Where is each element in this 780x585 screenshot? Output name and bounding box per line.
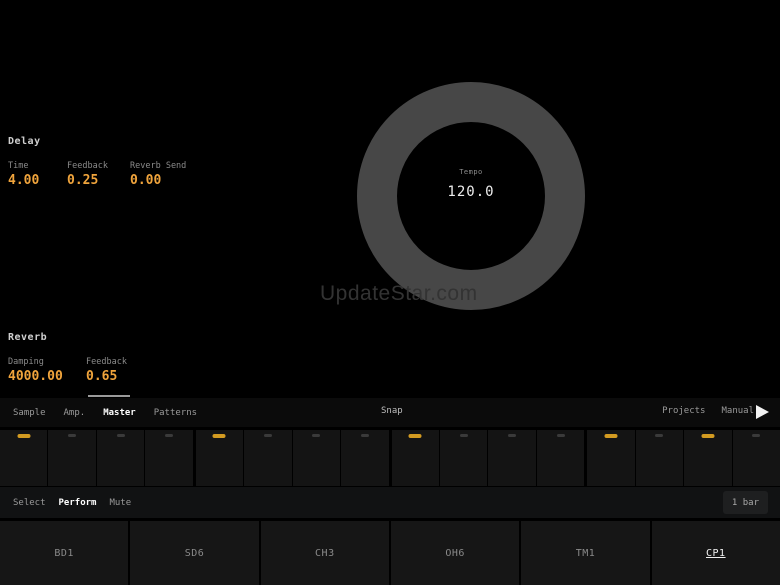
- step-3[interactable]: [96, 430, 145, 486]
- tab-sample[interactable]: Sample: [13, 408, 46, 418]
- step-indicator: [360, 434, 369, 437]
- delay-section-title: Delay: [8, 136, 41, 147]
- pad-label: CH3: [315, 547, 335, 559]
- step-indicator: [459, 434, 468, 437]
- step-indicator: [701, 434, 715, 438]
- mode-mute[interactable]: Mute: [109, 498, 131, 508]
- delay-reverb-send-label: Reverb Send: [130, 161, 187, 171]
- app-window: Delay Time 4.00 Feedback 0.25 Reverb Sen…: [0, 0, 780, 585]
- step-indicator: [165, 434, 174, 437]
- tab-master[interactable]: Master: [103, 408, 136, 418]
- pad-label: SD6: [184, 547, 205, 559]
- tab-snap[interactable]: Snap: [381, 406, 403, 416]
- reverb-feedback-label: Feedback: [86, 357, 127, 367]
- step-9[interactable]: [391, 430, 439, 486]
- step-indicator: [604, 434, 618, 438]
- bar-length-button[interactable]: 1 bar: [722, 491, 768, 514]
- tempo-label: Tempo: [459, 168, 483, 176]
- step-indicator: [212, 434, 226, 438]
- step-group-1: [0, 430, 193, 486]
- pad-cp1[interactable]: CP1: [651, 521, 780, 585]
- delay-feedback-param[interactable]: Feedback 0.25: [67, 161, 116, 188]
- step-16[interactable]: [732, 430, 780, 486]
- step-13[interactable]: [587, 430, 635, 486]
- pad-label: OH6: [445, 547, 465, 559]
- reverb-feedback-param[interactable]: Feedback 0.65: [86, 357, 135, 384]
- step-5[interactable]: [195, 430, 244, 486]
- delay-reverb-send-param[interactable]: Reverb Send 0.00: [130, 161, 194, 188]
- reverb-section: Reverb Damping 4000.00 Feedback 0.65: [8, 332, 149, 384]
- mode-perform[interactable]: Perform: [59, 498, 97, 508]
- step-8[interactable]: [341, 430, 389, 486]
- pad-bd1[interactable]: BD1: [0, 521, 129, 585]
- play-icon[interactable]: [756, 405, 769, 419]
- step-indicator: [263, 434, 272, 437]
- step-group-2: [195, 430, 389, 486]
- tempo-value: 120.0: [447, 184, 495, 200]
- watermark-text: UpdateStar.com: [320, 282, 478, 305]
- step-2[interactable]: [48, 430, 96, 486]
- pad-tm1[interactable]: TM1: [521, 521, 650, 585]
- step-sequencer: [0, 430, 780, 486]
- step-4[interactable]: [145, 430, 193, 486]
- reverb-damping-label: Damping: [8, 357, 44, 367]
- pad-ch3[interactable]: CH3: [260, 521, 389, 585]
- delay-time-label: Time: [8, 161, 29, 171]
- step-indicator: [655, 434, 664, 437]
- reverb-section-title: Reverb: [8, 332, 48, 343]
- step-group-4: [587, 430, 780, 486]
- step-12[interactable]: [536, 430, 585, 486]
- delay-section: Delay Time 4.00 Feedback 0.25 Reverb Sen…: [8, 136, 208, 188]
- step-group-3: [391, 430, 585, 486]
- pad-sd6[interactable]: SD6: [130, 521, 259, 585]
- step-14[interactable]: [635, 430, 684, 486]
- delay-time-param[interactable]: Time 4.00: [8, 161, 53, 188]
- active-tab-indicator: [88, 395, 130, 397]
- step-15[interactable]: [684, 430, 732, 486]
- tab-patterns[interactable]: Patterns: [154, 408, 197, 418]
- step-indicator: [408, 434, 422, 438]
- step-indicator: [556, 434, 565, 437]
- reverb-feedback-value[interactable]: 0.65: [86, 369, 135, 384]
- delay-reverb-send-value[interactable]: 0.00: [130, 173, 194, 188]
- step-indicator: [68, 434, 77, 437]
- delay-time-value[interactable]: 4.00: [8, 173, 53, 188]
- step-indicator: [17, 434, 31, 438]
- reverb-damping-param[interactable]: Damping 4000.00: [8, 357, 72, 384]
- step-7[interactable]: [292, 430, 341, 486]
- step-1[interactable]: [0, 430, 48, 486]
- pads-row: BD1 SD6 CH3 OH6 TM1 CP1: [0, 521, 780, 585]
- reverb-damping-value[interactable]: 4000.00: [8, 369, 72, 384]
- tab-projects[interactable]: Projects: [662, 406, 705, 416]
- step-indicator: [752, 434, 761, 437]
- delay-feedback-value[interactable]: 0.25: [67, 173, 116, 188]
- tab-amp[interactable]: Amp.: [64, 408, 86, 418]
- step-10[interactable]: [439, 430, 488, 486]
- delay-feedback-label: Feedback: [67, 161, 108, 171]
- mode-select[interactable]: Select: [13, 498, 46, 508]
- pad-oh6[interactable]: OH6: [390, 521, 520, 585]
- tab-manual[interactable]: Manual: [721, 406, 754, 416]
- mode-bar: Select Perform Mute 1 bar: [0, 487, 780, 518]
- pad-label: TM1: [575, 547, 596, 559]
- pad-label: CP1: [706, 547, 726, 559]
- step-indicator: [116, 434, 125, 437]
- step-indicator: [508, 434, 517, 437]
- step-indicator: [312, 434, 321, 437]
- pad-label: BD1: [54, 547, 74, 559]
- tempo-readout: Tempo 120.0: [391, 168, 551, 200]
- step-6[interactable]: [244, 430, 292, 486]
- step-11[interactable]: [488, 430, 536, 486]
- tab-bar: Sample Amp. Master Patterns Snap Project…: [0, 395, 780, 427]
